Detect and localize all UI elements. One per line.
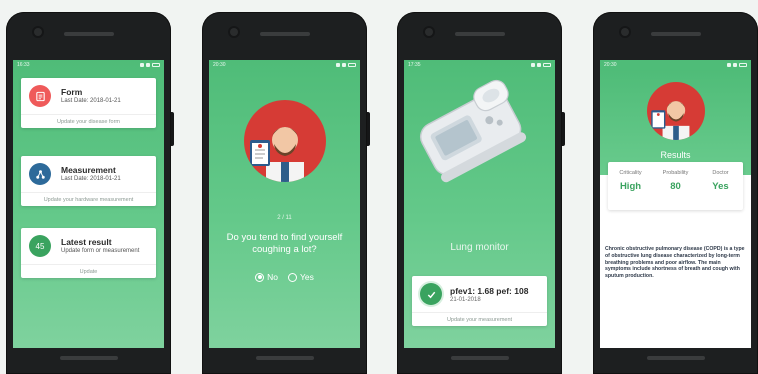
form-icon	[29, 85, 51, 107]
lung-monitor-title: Lung monitor	[450, 242, 509, 253]
wifi-icon	[537, 63, 541, 67]
doctor-illustration	[243, 100, 326, 182]
battery-icon	[348, 63, 356, 67]
latest-result-card[interactable]: 45 Latest result Update form or measurem…	[21, 228, 156, 278]
bottom-speaker	[59, 356, 118, 360]
side-button	[562, 112, 565, 146]
screen-lung-monitor: 17:35 Lung monitor pfev1: 1.68 pef: 108 …	[404, 60, 555, 348]
phone-results: 20:30 Results Criticality High Probabili…	[593, 12, 758, 374]
probability-value: 80	[670, 181, 681, 192]
results-title: Results	[660, 150, 691, 160]
earpiece	[650, 32, 701, 36]
status-bar: 16:33	[13, 60, 164, 70]
screen-question: 20:30 2 / 11 Do you tend to find yoursel…	[209, 60, 360, 348]
criticality-value: High	[619, 181, 642, 192]
battery-icon	[543, 63, 551, 67]
diagnosis-description: Chronic obstructive pulmonary disease (C…	[605, 246, 745, 279]
status-icons	[140, 63, 160, 67]
status-time: 17:35	[408, 62, 421, 68]
status-icons	[531, 63, 551, 67]
doctor-column: Doctor Yes	[698, 162, 743, 210]
earpiece	[454, 32, 505, 36]
signal-icon	[140, 63, 144, 67]
doctor-value: Yes	[712, 181, 729, 192]
side-button	[171, 112, 174, 146]
latest-result-title: Latest result	[61, 236, 112, 247]
radio-yes-label: Yes	[300, 272, 314, 282]
doctor-icon	[650, 101, 689, 140]
question-text: Do you tend to find yourself coughing a …	[226, 232, 343, 256]
form-card[interactable]: Form Last Date: 2018-01-21 Update your d…	[21, 78, 156, 128]
screen-results: 20:30 Results Criticality High Probabili…	[600, 60, 751, 348]
question-counter: 2 / 11	[277, 215, 292, 221]
form-last-date: Last Date: 2018-01-21	[61, 98, 121, 105]
probability-label: Probability	[662, 170, 689, 176]
status-bar: 17:35	[404, 60, 555, 70]
screen-home: 16:33 Form Last Date: 2018-01-21 Update …	[13, 60, 164, 348]
phone-form-list: 16:33 Form Last Date: 2018-01-21 Update …	[6, 12, 174, 374]
measurement-card[interactable]: Measurement Last Date: 2018-01-21 Update…	[21, 156, 156, 206]
doctor-label: Doctor	[712, 170, 729, 176]
phone-questionnaire: 20:30 2 / 11 Do you tend to find yoursel…	[202, 12, 370, 374]
front-camera	[34, 28, 42, 36]
front-camera	[425, 28, 433, 36]
pfev-reading: pfev1: 1.68 pef: 108	[450, 285, 529, 296]
status-time: 16:33	[17, 62, 30, 68]
measurement-result-card[interactable]: pfev1: 1.68 pef: 108 21-01-2018 Update y…	[412, 276, 547, 326]
share-network-icon	[29, 163, 51, 185]
check-icon	[420, 283, 442, 305]
wifi-icon	[342, 63, 346, 67]
phone-lung-monitor: 17:35 Lung monitor pfev1: 1.68 pef: 108 …	[397, 12, 565, 374]
result-count: 45	[35, 241, 45, 251]
bottom-speaker	[646, 356, 705, 360]
wifi-icon	[146, 63, 150, 67]
form-title: Form	[61, 86, 83, 97]
answer-options: No Yes	[209, 272, 360, 282]
status-icons	[336, 63, 356, 67]
signal-icon	[531, 63, 535, 67]
radio-yes[interactable]: Yes	[288, 272, 314, 282]
radio-no-indicator[interactable]	[255, 272, 265, 282]
update-hardware-link[interactable]: Update your hardware measurement	[21, 192, 156, 206]
measurement-date: 21-01-2018	[450, 296, 481, 303]
signal-icon	[336, 63, 340, 67]
signal-icon	[727, 63, 731, 67]
side-button	[367, 112, 370, 146]
criticality-label: Criticality	[619, 170, 642, 176]
radio-no-label: No	[267, 272, 278, 282]
probability-column: Probability 80	[653, 162, 698, 210]
criticality-column: Criticality High	[608, 162, 653, 210]
battery-icon	[152, 63, 160, 67]
front-camera	[230, 28, 238, 36]
measurement-last-date: Last Date: 2018-01-21	[61, 176, 121, 183]
status-time: 20:30	[604, 62, 617, 68]
doctor-icon	[249, 127, 304, 182]
measurement-title: Measurement	[61, 164, 116, 175]
latest-result-sub: Update form or measurement	[61, 248, 140, 255]
status-bar: 20:30	[600, 60, 751, 70]
results-summary-card: Criticality High Probability 80 Doctor Y…	[608, 162, 743, 210]
update-link[interactable]: Update	[21, 264, 156, 278]
bottom-speaker	[255, 356, 314, 360]
radio-yes-indicator[interactable]	[288, 272, 297, 282]
status-icons	[727, 63, 747, 67]
earpiece	[63, 32, 114, 36]
wifi-icon	[733, 63, 737, 67]
doctor-illustration	[646, 82, 705, 140]
bottom-speaker	[450, 356, 509, 360]
spirometer-device-image	[419, 79, 527, 183]
status-bar: 20:30	[209, 60, 360, 70]
update-measurement-link[interactable]: Update your measurement	[412, 312, 547, 326]
status-time: 20:30	[213, 62, 226, 68]
result-count-badge: 45	[29, 235, 51, 257]
front-camera	[621, 28, 629, 36]
earpiece	[259, 32, 310, 36]
update-disease-form-link[interactable]: Update your disease form	[21, 114, 156, 128]
battery-icon	[739, 63, 747, 67]
radio-no[interactable]: No	[255, 272, 278, 282]
